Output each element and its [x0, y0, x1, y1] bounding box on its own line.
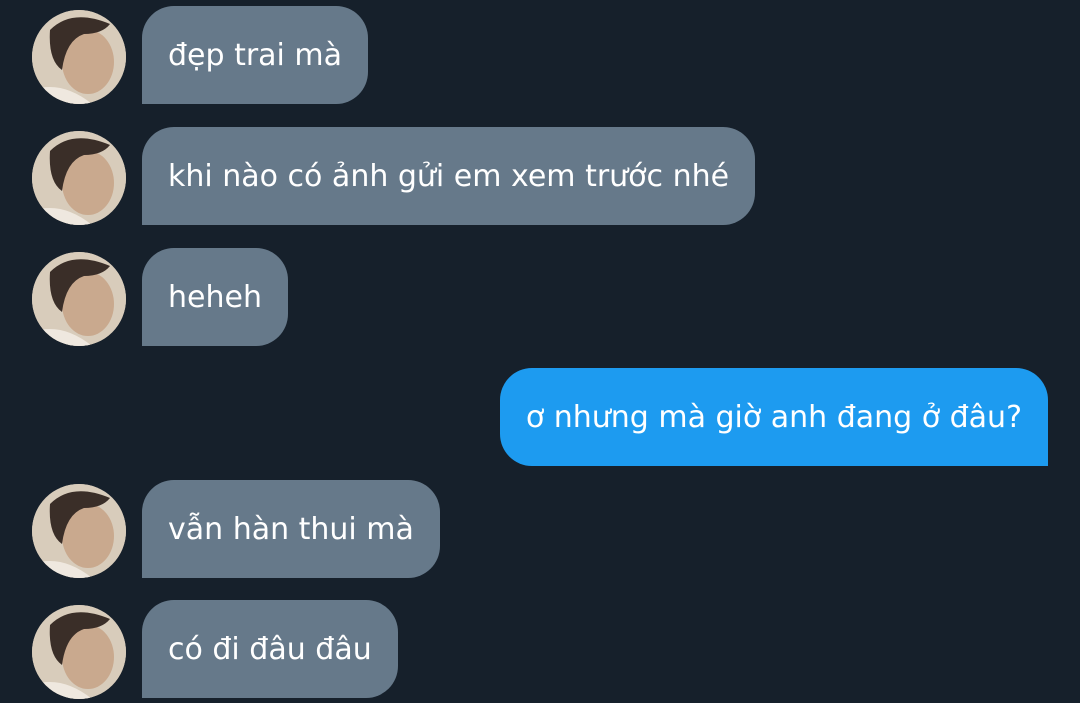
chat-thread: đẹp trai mà khi nào có ảnh gửi em xem tr…: [0, 0, 1080, 703]
message-bubble-incoming[interactable]: có đi đâu đâu: [142, 600, 398, 698]
message-text: có đi đâu đâu: [168, 631, 372, 667]
message-text: khi nào có ảnh gửi em xem trước nhé: [168, 158, 730, 194]
message-text: heheh: [168, 279, 262, 315]
contact-avatar[interactable]: [32, 10, 126, 104]
message-bubble-incoming[interactable]: heheh: [142, 248, 288, 346]
contact-avatar[interactable]: [32, 131, 126, 225]
message-bubble-incoming[interactable]: vẫn hàn thui mà: [142, 480, 440, 578]
contact-avatar[interactable]: [32, 605, 126, 699]
message-text: ơ nhưng mà giờ anh đang ở đâu?: [525, 399, 1022, 435]
message-bubble-outgoing[interactable]: ơ nhưng mà giờ anh đang ở đâu?: [499, 368, 1048, 466]
message-text: vẫn hàn thui mà: [168, 511, 414, 547]
message-bubble-incoming[interactable]: khi nào có ảnh gửi em xem trước nhé: [142, 127, 756, 225]
contact-avatar[interactable]: [32, 252, 126, 346]
message-bubble-incoming[interactable]: đẹp trai mà: [142, 6, 369, 104]
message-text: đẹp trai mà: [168, 37, 343, 73]
contact-avatar[interactable]: [32, 484, 126, 578]
